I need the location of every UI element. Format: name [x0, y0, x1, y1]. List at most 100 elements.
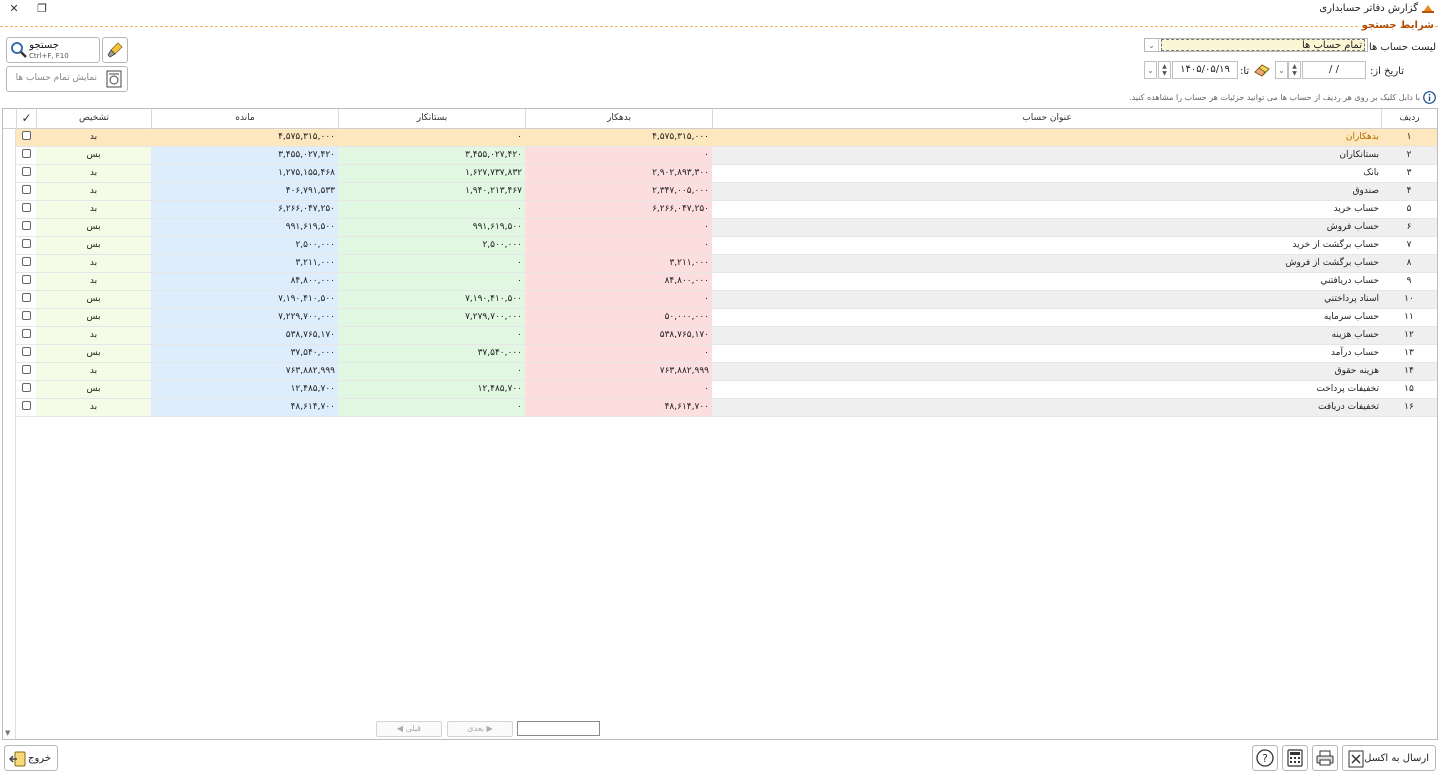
- row-checkbox[interactable]: [16, 273, 36, 290]
- row-checkbox[interactable]: [16, 255, 36, 272]
- column-header-account-title[interactable]: عنوان حساب: [712, 109, 1381, 129]
- row-checkbox[interactable]: [16, 165, 36, 182]
- cell-account-title: حساب درآمد: [1330, 348, 1379, 358]
- checkbox[interactable]: [21, 238, 31, 248]
- column-header-debtor[interactable]: بدهکار: [525, 109, 712, 129]
- table-row[interactable]: بس ۷,۲۲۹,۷۰۰,۰۰۰ ۷,۲۷۹,۷۰۰,۰۰۰ ۵۰,۰۰۰,۰۰۰ حس…: [16, 309, 1437, 327]
- date-to-spinner[interactable]: ▲ ▼: [1158, 61, 1171, 79]
- checkbox[interactable]: [21, 382, 31, 392]
- row-checkbox[interactable]: [16, 399, 36, 416]
- table-row[interactable]: بد ۳,۲۱۱,۰۰۰ ۰ ۳,۲۱۱,۰۰۰ حساب برگشت از فروش ۸: [16, 255, 1437, 273]
- cell-account-title: تخفیفات پرداخت: [1316, 384, 1379, 394]
- table-row[interactable]: بد ۶,۲۶۶,۰۴۷,۲۵۰ ۰ ۶,۲۶۶,۰۴۷,۲۵۰ حساب خرید ۵: [16, 201, 1437, 219]
- exit-button[interactable]: خروج: [4, 745, 58, 771]
- clear-filter-button[interactable]: [102, 37, 128, 63]
- select-all-check-header[interactable]: ✓: [16, 109, 36, 129]
- cell-account-title: حساب دريافتني: [1320, 276, 1379, 286]
- row-checkbox[interactable]: [16, 237, 36, 254]
- checkbox[interactable]: [21, 328, 31, 338]
- checkbox[interactable]: [21, 274, 31, 284]
- table-row[interactable]: بد ۱,۲۷۵,۱۵۵,۴۶۸ ۱,۶۲۷,۷۳۷,۸۳۲ ۲,۹۰۲,۸۹۳,۳۰…: [16, 165, 1437, 183]
- cell-row-number: ۱: [1381, 129, 1437, 146]
- cell-account-title: بستانکاران: [712, 147, 1381, 164]
- cell-row-number: ۱۵: [1404, 384, 1414, 394]
- row-checkbox[interactable]: [16, 381, 36, 398]
- cell-row-number: ۶: [1381, 219, 1437, 236]
- date-from-dropdown[interactable]: ⌄: [1275, 61, 1288, 79]
- cell-balance: ۷,۲۲۹,۷۰۰,۰۰۰: [151, 309, 338, 326]
- account-list-select[interactable]: ⌄ تمام حساب ها: [1144, 38, 1368, 52]
- table-row[interactable]: بس ۳,۴۵۵,۰۲۷,۴۲۰ ۳,۴۵۵,۰۲۷,۴۲۰ ۰ بستانکاران ۲: [16, 147, 1437, 165]
- checkbox[interactable]: [21, 292, 31, 302]
- help-button[interactable]: ?: [1252, 745, 1278, 771]
- checkbox[interactable]: [21, 148, 31, 158]
- row-checkbox[interactable]: [16, 327, 36, 344]
- row-checkbox[interactable]: [16, 345, 36, 362]
- table-row[interactable]: بد ۴,۵۷۵,۳۱۵,۰۰۰ ۰ ۴,۵۷۵,۳۱۵,۰۰۰ بدهکاران ۱: [16, 129, 1437, 147]
- date-to-dropdown[interactable]: ⌄: [1144, 61, 1157, 79]
- row-checkbox[interactable]: [16, 201, 36, 218]
- table-row[interactable]: بس ۱۲,۴۸۵,۷۰۰ ۱۲,۴۸۵,۷۰۰ ۰ تخفیفات پرداخت ۱۵: [16, 381, 1437, 399]
- row-checkbox[interactable]: [16, 291, 36, 308]
- prev-page-button[interactable]: ◀ قبلی: [376, 721, 442, 737]
- table-row[interactable]: بس ۳۷,۵۴۰,۰۰۰ ۳۷,۵۴۰,۰۰۰ ۰ حساب درآمد ۱۳: [16, 345, 1437, 363]
- cell-creditor: ۳۷,۵۴۰,۰۰۰: [338, 345, 525, 362]
- checkbox[interactable]: [21, 310, 31, 320]
- prev-page-label: قبلی: [405, 724, 422, 733]
- scroll-down-icon[interactable]: ▼: [5, 729, 10, 737]
- cell-creditor: ۷,۱۹۰,۴۱۰,۵۰۰: [338, 291, 525, 308]
- table-row[interactable]: بس ۹۹۱,۶۱۹,۵۰۰ ۹۹۱,۶۱۹,۵۰۰ ۰ حساب فروش ۶: [16, 219, 1437, 237]
- vertical-scrollbar[interactable]: ▲ ▼: [3, 109, 16, 739]
- column-header-creditor[interactable]: بستانکار: [338, 109, 525, 129]
- calculator-button[interactable]: [1282, 745, 1308, 771]
- cell-creditor: ۰: [338, 327, 525, 344]
- table-row[interactable]: بس ۷,۱۹۰,۴۱۰,۵۰۰ ۷,۱۹۰,۴۱۰,۵۰۰ ۰ اسناد پرداخ…: [16, 291, 1437, 309]
- column-header-row[interactable]: ردیف: [1381, 109, 1437, 129]
- checkbox[interactable]: [21, 400, 31, 410]
- cell-diagnosis: بد: [36, 165, 151, 182]
- checkbox[interactable]: [21, 130, 31, 140]
- row-checkbox[interactable]: [16, 129, 36, 146]
- next-page-button[interactable]: بعدی ▶: [447, 721, 513, 737]
- table-row[interactable]: بد ۷۶۳,۸۸۲,۹۹۹ ۰ ۷۶۳,۸۸۲,۹۹۹ هزینه حقوق ۱۴: [16, 363, 1437, 381]
- table-row[interactable]: بس ۲,۵۰۰,۰۰۰ ۲,۵۰۰,۰۰۰ ۰ حساب برگشت از خرید ۷: [16, 237, 1437, 255]
- cell-balance: ۳۷,۵۴۰,۰۰۰: [151, 345, 338, 362]
- table-row[interactable]: بد ۴۰۶,۷۹۱,۵۳۳ ۱,۹۴۰,۲۱۳,۴۶۷ ۲,۳۴۷,۰۰۵,۰۰۰ ص…: [16, 183, 1437, 201]
- chevron-down-icon[interactable]: ⌄: [1145, 39, 1159, 51]
- close-button[interactable]: ✕: [0, 0, 28, 16]
- date-from-field[interactable]: / /: [1302, 61, 1366, 79]
- cell-creditor: ۱,۶۲۷,۷۳۷,۸۳۲: [338, 165, 525, 182]
- search-button[interactable]: جستجو Ctrl+F, F10: [6, 37, 100, 63]
- checkbox[interactable]: [21, 364, 31, 374]
- row-checkbox[interactable]: [16, 309, 36, 326]
- row-checkbox[interactable]: [16, 363, 36, 380]
- row-checkbox[interactable]: [16, 183, 36, 200]
- column-header-balance[interactable]: مانده: [151, 109, 338, 129]
- cell-debtor: ۰: [525, 291, 712, 308]
- row-checkbox[interactable]: [16, 147, 36, 164]
- date-to-field[interactable]: ۱۴۰۵/۰۵/۱۹: [1172, 61, 1238, 79]
- table-row[interactable]: بد ۴۸,۶۱۴,۷۰۰ ۰ ۴۸,۶۱۴,۷۰۰ تخفیفات دریافت ۱۶: [16, 399, 1437, 417]
- clear-date-button[interactable]: [1251, 61, 1273, 79]
- accounts-grid[interactable]: ▲ ▼ ✓ تشخیص مانده بستانکار بدهکار عنوان …: [2, 108, 1438, 740]
- checkbox[interactable]: [21, 346, 31, 356]
- print-button[interactable]: [1312, 745, 1338, 771]
- restore-button[interactable]: ❐: [28, 0, 56, 16]
- column-header-diagnosis[interactable]: تشخیص: [36, 109, 151, 129]
- export-excel-button[interactable]: ارسال به اکسل: [1342, 745, 1436, 771]
- page-number-field[interactable]: [517, 721, 600, 736]
- table-row[interactable]: بد ۵۳۸,۷۶۵,۱۷۰ ۰ ۵۳۸,۷۶۵,۱۷۰ حساب هزینه ۱۲: [16, 327, 1437, 345]
- cell-diagnosis: بس: [36, 237, 151, 254]
- show-all-accounts-button[interactable]: نمایش تمام حساب ها: [6, 66, 128, 92]
- checkbox[interactable]: [21, 202, 31, 212]
- checkbox[interactable]: [21, 220, 31, 230]
- cell-diagnosis: بد: [36, 399, 151, 416]
- checkbox[interactable]: [21, 184, 31, 194]
- cell-diagnosis: بس: [36, 345, 151, 362]
- table-row[interactable]: بد ۸۴,۸۰۰,۰۰۰ ۰ ۸۴,۸۰۰,۰۰۰ حساب دريافتني ۹: [16, 273, 1437, 291]
- date-from-spinner[interactable]: ▲ ▼: [1288, 61, 1301, 79]
- cell-row-number: ۹: [1406, 276, 1412, 286]
- checkbox[interactable]: [21, 256, 31, 266]
- checkbox[interactable]: [21, 166, 31, 176]
- row-checkbox[interactable]: [16, 219, 36, 236]
